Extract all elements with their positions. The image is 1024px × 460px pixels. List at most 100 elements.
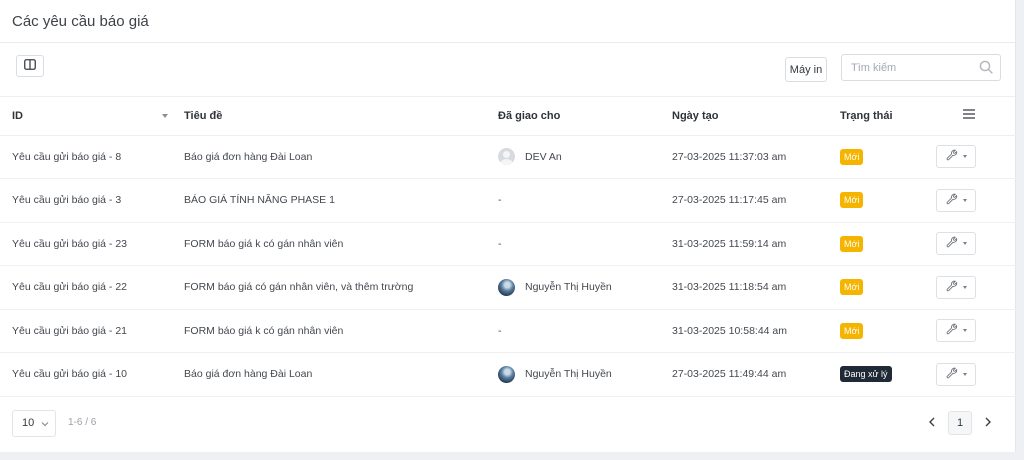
table-row[interactable]: Yêu cầu gửi báo giá - 21 FORM báo giá k … [0, 309, 1016, 353]
wrench-icon [946, 149, 958, 164]
quote-requests-card: Các yêu cầu báo giá Máy in ID Tiêu đề Đã… [0, 0, 1016, 452]
caret-down-icon [962, 242, 967, 246]
quote-requests-table: ID Tiêu đề Đã giao cho Ngày tạo Trạng th… [0, 97, 1016, 397]
assignee-name: Nguyễn Thị Huyền [525, 281, 612, 294]
sort-down-icon[interactable] [162, 114, 168, 118]
row-assignee-cell: DEV An [486, 135, 660, 179]
wrench-icon [946, 236, 958, 251]
row-id[interactable]: Yêu cầu gửi báo giá - 21 [0, 309, 172, 353]
avatar [498, 365, 515, 383]
caret-down-icon [962, 372, 967, 376]
status-badge: Đang xử lý [840, 366, 892, 383]
search-input[interactable] [851, 61, 971, 74]
status-badge: Mới [840, 279, 864, 296]
row-id[interactable]: Yêu cầu gửi báo giá - 10 [0, 352, 172, 397]
row-actions-cell [932, 265, 1016, 310]
row-id[interactable]: Yêu cầu gửi báo giá - 8 [0, 135, 172, 179]
table-row[interactable]: Yêu cầu gửi báo giá - 10 Báo giá đơn hàn… [0, 352, 1016, 397]
status-badge: Mới [840, 235, 864, 252]
avatar [498, 278, 515, 296]
assignee: - [498, 194, 660, 206]
wrench-icon [946, 323, 958, 338]
row-title[interactable]: FORM báo giá k có gán nhân viên [172, 309, 486, 353]
row-actions-button[interactable] [936, 362, 976, 386]
prev-page-button[interactable] [922, 410, 942, 437]
printer-button[interactable]: Máy in [785, 57, 827, 82]
assignee: Nguyễn Thị Huyền [498, 278, 660, 296]
caret-down-icon [962, 329, 967, 333]
search-icon[interactable] [979, 60, 993, 79]
table-header-row: ID Tiêu đề Đã giao cho Ngày tạo Trạng th… [0, 97, 1016, 136]
row-id[interactable]: Yêu cầu gửi báo giá - 22 [0, 265, 172, 310]
row-created: 27-03-2025 11:17:45 am [660, 178, 828, 223]
row-assignee-cell: - [486, 222, 660, 266]
row-title[interactable]: BÁO GIÁ TÍNH NĂNG PHASE 1 [172, 178, 486, 223]
row-id[interactable]: Yêu cầu gửi báo giá - 3 [0, 178, 172, 223]
wrench-icon [946, 367, 958, 382]
columns-icon [24, 57, 36, 75]
pagination-range: 1-6 / 6 [68, 416, 97, 428]
row-id[interactable]: Yêu cầu gửi báo giá - 23 [0, 222, 172, 266]
row-status-cell: Mới [828, 265, 932, 310]
hamburger-menu-icon[interactable] [963, 109, 975, 122]
row-assignee-cell: Nguyễn Thị Huyền [486, 352, 660, 397]
page-header: Các yêu cầu báo giá [0, 0, 1015, 43]
next-page-button[interactable] [978, 410, 998, 437]
row-assignee-cell: Nguyễn Thị Huyền [486, 265, 660, 310]
row-status-cell: Đang xử lý [828, 352, 932, 397]
table-row[interactable]: Yêu cầu gửi báo giá - 3 BÁO GIÁ TÍNH NĂN… [0, 178, 1016, 223]
status-badge: Mới [840, 322, 864, 339]
search-box [841, 54, 1001, 81]
row-status-cell: Mới [828, 309, 932, 353]
assignee-name: - [498, 324, 502, 337]
row-actions-cell [932, 352, 1016, 397]
row-title[interactable]: Báo giá đơn hàng Đài Loan [172, 352, 486, 397]
chevron-left-icon [928, 414, 936, 432]
row-status-cell: Mới [828, 178, 932, 223]
column-header-created[interactable]: Ngày tạo [660, 97, 828, 136]
row-title[interactable]: FORM báo giá k có gán nhân viên [172, 222, 486, 266]
column-header-id[interactable]: ID [0, 97, 172, 136]
row-actions-cell [932, 222, 1016, 266]
column-toggle-button[interactable] [16, 55, 44, 77]
pagination: 1 [922, 410, 998, 437]
row-actions-cell [932, 178, 1016, 223]
table-footer: 10 1-6 / 6 1 [0, 397, 1015, 451]
table-row[interactable]: Yêu cầu gửi báo giá - 8 Báo giá đơn hàng… [0, 135, 1016, 179]
caret-down-icon [962, 198, 967, 202]
row-actions-button[interactable] [936, 232, 976, 256]
column-header-title[interactable]: Tiêu đề [172, 97, 486, 136]
row-status-cell: Mới [828, 135, 932, 179]
column-header-assigned[interactable]: Đã giao cho [486, 97, 660, 136]
assignee: - [498, 325, 660, 337]
assignee-name: - [498, 237, 502, 250]
row-actions-button[interactable] [936, 319, 976, 343]
page-number-button[interactable]: 1 [948, 411, 972, 435]
table-row[interactable]: Yêu cầu gửi báo giá - 22 FORM báo giá có… [0, 265, 1016, 310]
row-title[interactable]: FORM báo giá có gán nhân viên, và thêm t… [172, 265, 486, 310]
row-created: 31-03-2025 10:58:44 am [660, 309, 828, 353]
assignee: - [498, 238, 660, 250]
caret-down-icon [962, 285, 967, 289]
page-title: Các yêu cầu báo giá [12, 12, 149, 30]
row-assignee-cell: - [486, 309, 660, 353]
assignee-name: Nguyễn Thị Huyền [525, 368, 612, 381]
row-actions-button[interactable] [936, 145, 976, 169]
column-header-status[interactable]: Trạng thái [828, 97, 932, 136]
row-actions-button[interactable] [936, 275, 976, 299]
avatar [498, 148, 515, 166]
row-actions-button[interactable] [936, 188, 976, 212]
wrench-icon [946, 280, 958, 295]
row-title[interactable]: Báo giá đơn hàng Đài Loan [172, 135, 486, 179]
assignee-name: - [498, 194, 502, 207]
row-assignee-cell: - [486, 178, 660, 223]
caret-down-icon [962, 155, 967, 159]
status-badge: Mới [840, 192, 864, 209]
row-actions-cell [932, 309, 1016, 353]
page-size-select[interactable]: 10 [12, 409, 56, 437]
status-badge: Mới [840, 148, 864, 165]
assignee-name: DEV An [525, 150, 562, 163]
table-row[interactable]: Yêu cầu gửi báo giá - 23 FORM báo giá k … [0, 222, 1016, 266]
wrench-icon [946, 193, 958, 208]
row-created: 27-03-2025 11:37:03 am [660, 135, 828, 179]
